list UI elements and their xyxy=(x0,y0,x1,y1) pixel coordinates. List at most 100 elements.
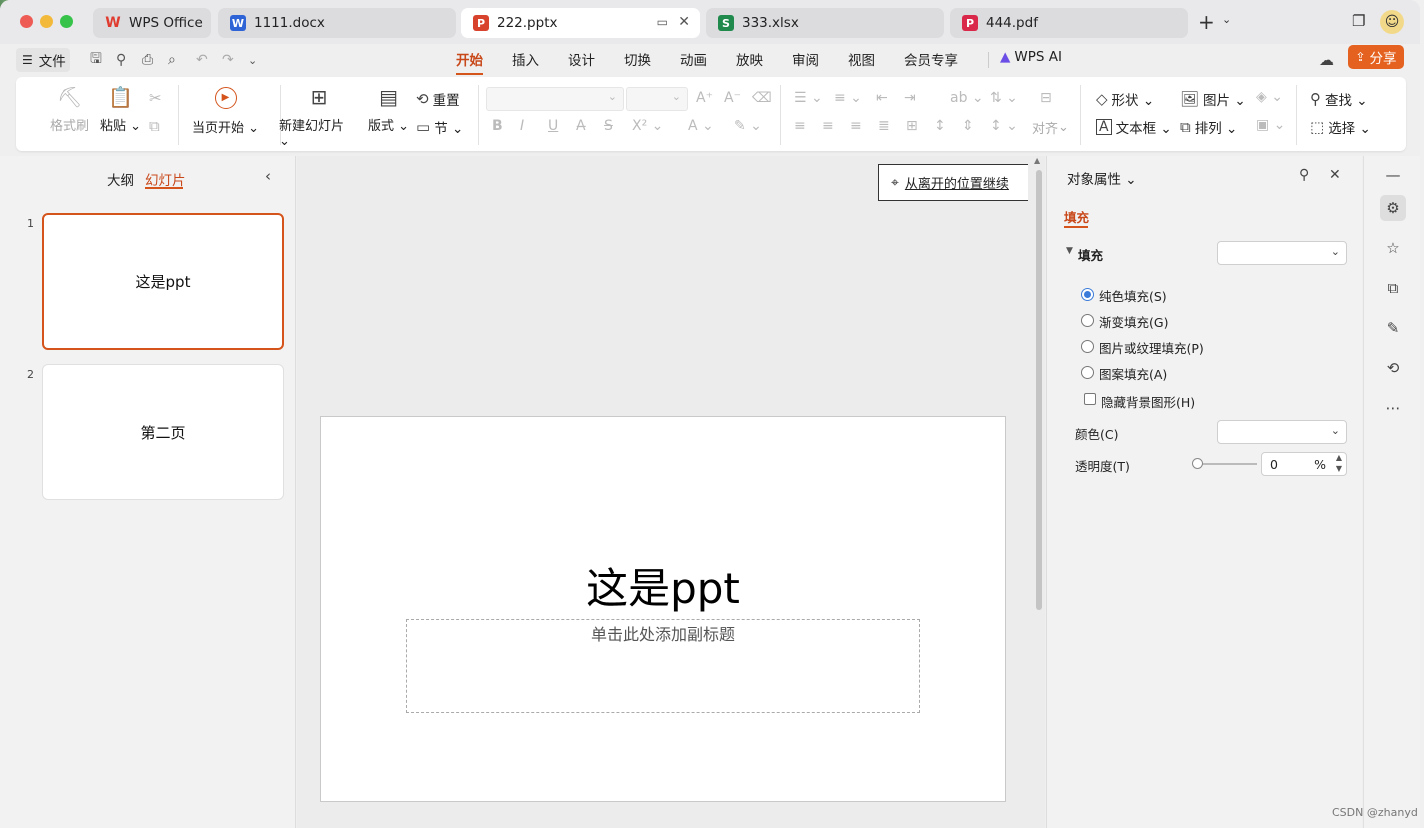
text-spacing-icon[interactable]: ab ⌄ xyxy=(950,90,984,106)
quick-access-more-icon[interactable]: ⌄ xyxy=(248,48,257,72)
strikethrough-icon[interactable]: S xyxy=(604,118,613,134)
undo-icon[interactable]: ↶ xyxy=(196,48,208,72)
minimize-window-button[interactable] xyxy=(40,15,53,28)
paragraph-spacing-icon[interactable]: ⇕ xyxy=(962,118,974,134)
font-color-icon[interactable]: A ⌄ xyxy=(688,118,714,134)
save-icon[interactable]: 🖫 xyxy=(90,48,102,72)
file-menu-button[interactable]: ☰ 文件 xyxy=(16,48,70,72)
tab-slides[interactable]: 幻灯片 xyxy=(145,169,186,189)
transparency-slider-handle[interactable] xyxy=(1192,458,1203,469)
align-center-icon[interactable]: ≡ xyxy=(822,118,834,134)
close-tab-icon[interactable]: ✕ xyxy=(678,14,690,30)
section-button[interactable]: ▭ 节 ⌄ xyxy=(416,117,463,137)
color-dropdown[interactable]: ⌄ xyxy=(1217,420,1347,444)
slide-thumbnail-1[interactable]: 这是ppt xyxy=(42,213,284,350)
tab-insert[interactable]: 插入 xyxy=(512,49,539,69)
bullet-list-icon[interactable]: ☰ ⌄ xyxy=(794,90,823,106)
italic-icon[interactable]: I xyxy=(520,118,524,134)
transparency-input[interactable]: 0 % ▲ ▼ xyxy=(1261,452,1347,476)
bold-icon[interactable]: B xyxy=(492,118,503,134)
tab-review[interactable]: 审阅 xyxy=(792,49,819,69)
tab-transition[interactable]: 切换 xyxy=(624,49,651,69)
tab-outline[interactable]: 大纲 xyxy=(107,169,134,189)
print-icon[interactable]: ⎙ xyxy=(142,48,153,72)
arrange-button[interactable]: ⧉ 排列 ⌄ xyxy=(1180,117,1237,137)
from-current-slide-button[interactable]: ▶ 当页开始 ⌄ xyxy=(192,87,259,136)
tab-member[interactable]: 会员专享 xyxy=(904,49,958,69)
ai-icon[interactable]: ✎ xyxy=(1380,315,1406,341)
pin-icon[interactable]: ⚲ xyxy=(1299,167,1309,183)
tab-design[interactable]: 设计 xyxy=(568,49,595,69)
layout-button[interactable]: ▤ 版式 ⌄ xyxy=(368,87,409,134)
close-window-button[interactable] xyxy=(20,15,33,28)
hide-background-checkbox[interactable] xyxy=(1084,393,1096,405)
radio-picture-fill[interactable] xyxy=(1081,340,1094,353)
search-doc-icon[interactable]: ⚲ xyxy=(116,48,126,72)
subtitle-placeholder[interactable]: 单击此处添加副标题 xyxy=(406,619,920,713)
justify-icon[interactable]: ≣ xyxy=(878,118,890,134)
text-direction-icon[interactable]: ⇅ ⌄ xyxy=(990,90,1018,106)
copy-icon[interactable]: ⧉ xyxy=(149,119,160,134)
font-size-select[interactable]: ⌄ xyxy=(626,87,688,111)
increase-font-icon[interactable]: A⁺ xyxy=(696,90,713,106)
line-spacing-icon[interactable]: ↕ xyxy=(934,118,946,134)
reset-button[interactable]: ⟲ 重置 xyxy=(416,89,460,109)
comments-icon[interactable]: ⧉ xyxy=(1380,275,1406,301)
picture-button[interactable]: 🖼 图片 ⌄ xyxy=(1180,89,1246,109)
transparency-slider-track[interactable] xyxy=(1197,463,1257,465)
avatar[interactable]: ☺ xyxy=(1380,10,1404,34)
radio-solid-fill[interactable] xyxy=(1081,288,1094,301)
slide-canvas[interactable]: 这是ppt 单击此处添加副标题 xyxy=(320,416,1006,802)
increase-indent-icon[interactable]: ⇥ xyxy=(904,90,916,106)
fill-icon[interactable]: ◈ ⌄ xyxy=(1256,89,1283,105)
new-slide-button[interactable]: ⊞ 新建幻灯片 ⌄ xyxy=(279,87,359,149)
more-icon[interactable]: ⋯ xyxy=(1380,395,1406,421)
outline-icon[interactable]: ▣ ⌄ xyxy=(1256,117,1285,133)
new-tab-icon[interactable]: + xyxy=(1198,10,1215,34)
tab-home[interactable]: 开始 xyxy=(456,49,483,75)
stepper-up-icon[interactable]: ▲ xyxy=(1336,453,1342,462)
minimize-panel-icon[interactable]: — xyxy=(1380,162,1406,188)
close-icon[interactable]: ✕ xyxy=(1329,167,1341,183)
paste-button[interactable]: 📋 粘贴 ⌄ xyxy=(100,87,141,134)
align-left-icon[interactable]: ≡ xyxy=(794,118,806,134)
star-icon[interactable]: ☆ xyxy=(1380,235,1406,261)
panel-title[interactable]: 对象属性 ⌄ xyxy=(1067,168,1137,188)
monitor-icon[interactable]: ▭ xyxy=(657,15,668,29)
slide-title[interactable]: 这是ppt xyxy=(321,555,1005,616)
vertical-scrollbar[interactable] xyxy=(1036,170,1042,610)
tab-fill[interactable]: 填充 xyxy=(1064,207,1089,226)
textbox-button[interactable]: A 文本框 ⌄ xyxy=(1096,117,1172,137)
tab-222-pptx[interactable]: P 222.pptx ▭ ✕ xyxy=(461,8,700,38)
format-painter-button[interactable]: ⛏ 格式刷 xyxy=(50,87,89,134)
redo-icon[interactable]: ↷ xyxy=(222,48,234,72)
align-right-icon[interactable]: ≡ xyxy=(850,118,862,134)
tab-333-xlsx[interactable]: S 333.xlsx xyxy=(706,8,944,38)
radio-gradient-fill[interactable] xyxy=(1081,314,1094,327)
text-box-align-icon[interactable]: ⊟ xyxy=(1040,90,1052,106)
select-button[interactable]: ⬚ 选择 ⌄ xyxy=(1310,117,1371,137)
distribute-icon[interactable]: ⊞ xyxy=(906,118,918,134)
stepper-down-icon[interactable]: ▼ xyxy=(1336,464,1342,473)
history-icon[interactable]: ⟲ xyxy=(1380,355,1406,381)
collapse-section-icon[interactable]: ▼ xyxy=(1066,246,1073,256)
resume-position-button[interactable]: ⌖ 从离开的位置继续 xyxy=(878,164,1028,201)
slide-thumbnail-2[interactable]: 第二页 xyxy=(42,364,284,500)
window-mode-icon[interactable]: ❐ xyxy=(1352,12,1365,30)
zoom-window-button[interactable] xyxy=(60,15,73,28)
decrease-font-icon[interactable]: A⁻ xyxy=(724,90,741,106)
tab-animation[interactable]: 动画 xyxy=(680,49,707,69)
clear-format-icon[interactable]: ⌫ xyxy=(752,90,772,106)
chevron-down-icon[interactable]: ⌄ xyxy=(1222,13,1231,26)
properties-icon[interactable]: ⚙ xyxy=(1380,195,1406,221)
shape-button[interactable]: ◇ 形状 ⌄ xyxy=(1096,89,1154,109)
numbered-list-icon[interactable]: ≡ ⌄ xyxy=(834,90,862,106)
highlight-icon[interactable]: ✎ ⌄ xyxy=(734,118,762,134)
tab-444-pdf[interactable]: P 444.pdf xyxy=(950,8,1188,38)
decrease-indent-icon[interactable]: ⇤ xyxy=(876,90,888,106)
tab-slideshow[interactable]: 放映 xyxy=(736,49,763,69)
radio-pattern-fill[interactable] xyxy=(1081,366,1094,379)
tab-view[interactable]: 视图 xyxy=(848,49,875,69)
cloud-icon[interactable]: ☁ xyxy=(1319,48,1334,72)
collapse-panel-icon[interactable]: ‹ xyxy=(265,167,271,185)
